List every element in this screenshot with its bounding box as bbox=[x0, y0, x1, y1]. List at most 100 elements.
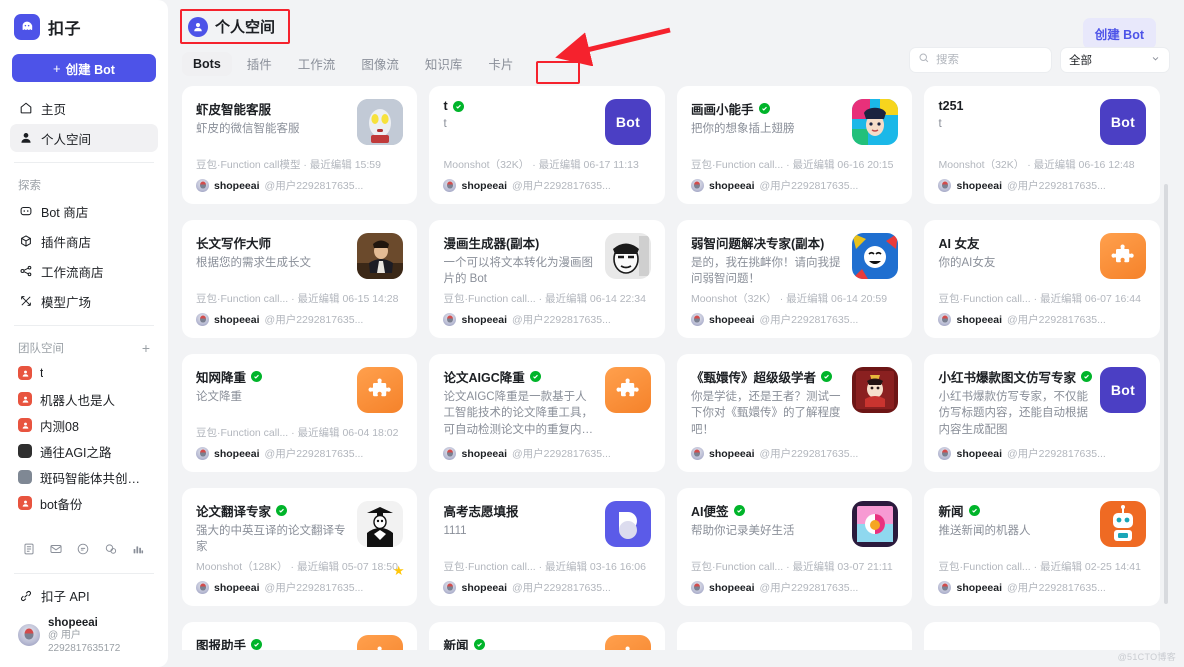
card-description: 你的AI女友 bbox=[938, 257, 996, 269]
sidebar-item-personal-space-label: 个人空间 bbox=[41, 132, 92, 147]
bot-card[interactable]: 漫画生成器(副本) 一个可以将文本转化为漫画图片的 Bot 豆包·Functio… bbox=[429, 220, 665, 338]
owner-avatar bbox=[443, 447, 457, 460]
owner-name: shopeeai bbox=[461, 313, 508, 326]
card-meta: 豆包·Function call... · 最近编辑 06-01 15:16 bbox=[443, 438, 651, 441]
sidebar-item-personal-space[interactable]: 个人空间 bbox=[10, 124, 158, 152]
sidebar-user-profile[interactable]: shopeeai @ 用户2292817635172 bbox=[10, 610, 158, 659]
sidebar-item-coze-api[interactable]: 扣子 API bbox=[10, 582, 158, 610]
bot-card[interactable]: 《甄嬛传》超级级学者 你是学徒，还是王者？测试一下你对《甄嬛传》的了解程度吧！ … bbox=[676, 354, 913, 472]
tab-imageflows[interactable]: 图像流 bbox=[350, 49, 410, 78]
owner-name: shopeeai bbox=[461, 179, 508, 192]
sidebar-item-bot-store-label: Bot 商店 bbox=[41, 205, 89, 220]
sidebar-team-t[interactable]: t bbox=[10, 360, 158, 386]
bot-card[interactable]: 新闻 bbox=[429, 622, 665, 650]
card-description: 你是学徒，还是王者？测试一下你对《甄嬛传》的了解程度吧！ bbox=[690, 391, 841, 436]
card-title: 漫画生成器(副本) bbox=[443, 237, 540, 251]
sidebar-team-banma[interactable]: 斑码智能体共创空间 bbox=[10, 464, 158, 490]
explore-title: 探索 bbox=[18, 180, 41, 192]
search-box[interactable] bbox=[909, 47, 1052, 73]
favorite-star-icon[interactable]: ★ bbox=[393, 563, 405, 579]
tab-bar: Bots 插件 工作流 图像流 知识库 卡片 全部 bbox=[178, 41, 1170, 84]
sidebar-team-t-label: t bbox=[40, 366, 44, 380]
bot-card[interactable]: t t Bot Moonshot（32K） · 最近编辑 06-17 11:13… bbox=[429, 86, 665, 204]
bot-card[interactable]: 图报助手 bbox=[182, 622, 418, 650]
sidebar-team-botbackup[interactable]: bot备份 bbox=[10, 490, 158, 516]
bot-card[interactable]: 论文翻译专家 强大的中英互译的论文翻译专家 Moonshot（128K） · 最… bbox=[182, 488, 418, 606]
create-bot-button-sidebar[interactable]: + 创建 Bot bbox=[12, 54, 156, 82]
owner-name: shopeeai bbox=[214, 313, 260, 326]
card-owner: shopeeai @用户2292817635... bbox=[938, 446, 1146, 461]
plus-icon: + bbox=[53, 60, 61, 76]
search-icon bbox=[918, 51, 930, 69]
bot-avatar bbox=[357, 99, 404, 145]
card-text: 虾皮智能客服 虾皮的微信智能客服 bbox=[196, 99, 349, 137]
card-top: 知网降重 论文降重 bbox=[196, 367, 404, 413]
owner-handle: @用户2292817635... bbox=[512, 582, 611, 594]
mail-icon[interactable] bbox=[49, 542, 64, 557]
community-icon[interactable] bbox=[104, 542, 119, 557]
bot-card[interactable]: 新闻 推送新闻的机器人 豆包·Function call... · 最近编辑 0… bbox=[924, 488, 1160, 606]
card-top: 漫画生成器(副本) 一个可以将文本转化为漫画图片的 Bot bbox=[443, 233, 651, 288]
card-title-line: t bbox=[443, 99, 597, 113]
bot-card[interactable]: 论文AIGC降重 论文AIGC降重是一款基于人工智能技术的论文降重工具，可自动检… bbox=[429, 354, 665, 472]
sidebar-team-robots[interactable]: 机器人也是人 bbox=[10, 386, 158, 412]
bot-avatar bbox=[852, 367, 899, 413]
sidebar-item-home[interactable]: 主页 bbox=[10, 94, 158, 122]
tab-workflows[interactable]: 工作流 bbox=[287, 49, 347, 78]
card-owner: shopeeai @用户2292817635... bbox=[443, 178, 651, 193]
filter-select[interactable]: 全部 bbox=[1060, 47, 1170, 73]
docs-icon[interactable] bbox=[22, 542, 37, 557]
bot-card[interactable]: 知网降重 论文降重 豆包·Function call... · 最近编辑 06-… bbox=[182, 354, 418, 472]
card-owner: shopeeai @用户2292817635... bbox=[938, 312, 1146, 327]
tab-knowledge-base[interactable]: 知识库 bbox=[414, 49, 474, 78]
sidebar-team-agi[interactable]: 通往AGI之路 bbox=[10, 438, 158, 464]
add-team-icon[interactable]: + bbox=[142, 341, 150, 355]
bot-avatar bbox=[357, 501, 404, 547]
bot-card[interactable]: 小红书爆款图文仿写专家 小红书爆款仿写专家，不仅能仿写标题内容，还能自动根据内容… bbox=[924, 354, 1160, 472]
owner-handle: @用户2292817635... bbox=[512, 314, 611, 326]
bot-grid-scroll[interactable]: 虾皮智能客服 虾皮的微信智能客服 豆包·Function call模型 · 最近… bbox=[178, 84, 1170, 650]
bot-card[interactable]: 弱智问题解决专家(副本) 是的，我在挑衅你！请向我提问弱智问题！ Moonsho… bbox=[676, 220, 913, 338]
owner-handle: @用户2292817635... bbox=[1007, 180, 1106, 192]
card-owner: shopeeai @用户2292817635... bbox=[443, 580, 651, 595]
sidebar-item-bot-store[interactable]: Bot 商店 bbox=[10, 197, 158, 225]
card-text: 论文AIGC降重 论文AIGC降重是一款基于人工智能技术的论文降重工具，可自动检… bbox=[443, 367, 597, 438]
bot-card[interactable]: 画画小能手 把你的想象插上翅膀 豆包·Function call... · 最近… bbox=[676, 86, 913, 204]
feedback-icon[interactable] bbox=[76, 542, 91, 557]
card-text: 漫画生成器(副本) 一个可以将文本转化为漫画图片的 Bot bbox=[443, 233, 597, 288]
bot-avatar bbox=[357, 367, 404, 413]
sidebar-item-model-plaza[interactable]: 模型广场 bbox=[10, 287, 158, 315]
bot-grid: 虾皮智能客服 虾皮的微信智能客服 豆包·Function call模型 · 最近… bbox=[178, 84, 1160, 650]
owner-handle: @用户2292817635... bbox=[264, 180, 364, 192]
bot-card[interactable]: 高考志愿填报 1111 豆包·Function call... · 最近编辑 0… bbox=[429, 488, 665, 606]
analytics-icon[interactable] bbox=[131, 542, 146, 557]
vertical-scrollbar[interactable] bbox=[1164, 184, 1168, 604]
bot-card[interactable] bbox=[924, 622, 1160, 650]
bot-card[interactable]: t251 t Bot Moonshot（32K） · 最近编辑 06-16 12… bbox=[924, 86, 1160, 204]
card-owner: shopeeai @用户2292817635... bbox=[690, 446, 899, 461]
tab-bots[interactable]: Bots bbox=[182, 51, 232, 76]
card-top bbox=[938, 635, 1146, 638]
bot-card[interactable]: AI便签 帮助你记录美好生活 豆包·Function call... · 最近编… bbox=[676, 488, 913, 606]
sidebar-item-workflow-store[interactable]: 工作流商店 bbox=[10, 257, 158, 285]
tab-cards[interactable]: 卡片 bbox=[477, 49, 524, 78]
bot-card[interactable]: 长文写作大师 根据您的需求生成长文 豆包·Function call... · … bbox=[182, 220, 418, 338]
sidebar-quick-icons bbox=[10, 536, 158, 565]
sidebar-team-beta08[interactable]: 内测08 bbox=[10, 412, 158, 438]
search-input[interactable] bbox=[936, 54, 1043, 66]
bot-card[interactable]: 虾皮智能客服 虾皮的微信智能客服 豆包·Function call模型 · 最近… bbox=[182, 86, 418, 204]
card-owner: shopeeai @用户2292817635... bbox=[690, 312, 899, 327]
card-title-line: 新闻 bbox=[443, 635, 597, 650]
card-title: AI便签 bbox=[690, 505, 729, 519]
page-title[interactable]: 个人空间 bbox=[182, 12, 281, 41]
bot-card[interactable] bbox=[676, 622, 913, 650]
card-title: 新闻 bbox=[443, 639, 469, 650]
bot-avatar bbox=[604, 233, 651, 279]
brand[interactable]: 扣子 bbox=[10, 0, 158, 50]
card-text: 高考志愿填报 1111 bbox=[443, 501, 597, 539]
card-title-line: 图报助手 bbox=[196, 635, 349, 650]
owner-handle: @用户2292817635... bbox=[512, 180, 611, 192]
tab-plugins[interactable]: 插件 bbox=[236, 49, 283, 78]
bot-card[interactable]: AI 女友 你的AI女友 豆包·Function call... · 最近编辑 … bbox=[924, 220, 1160, 338]
sidebar-item-plugin-store[interactable]: 插件商店 bbox=[10, 227, 158, 255]
